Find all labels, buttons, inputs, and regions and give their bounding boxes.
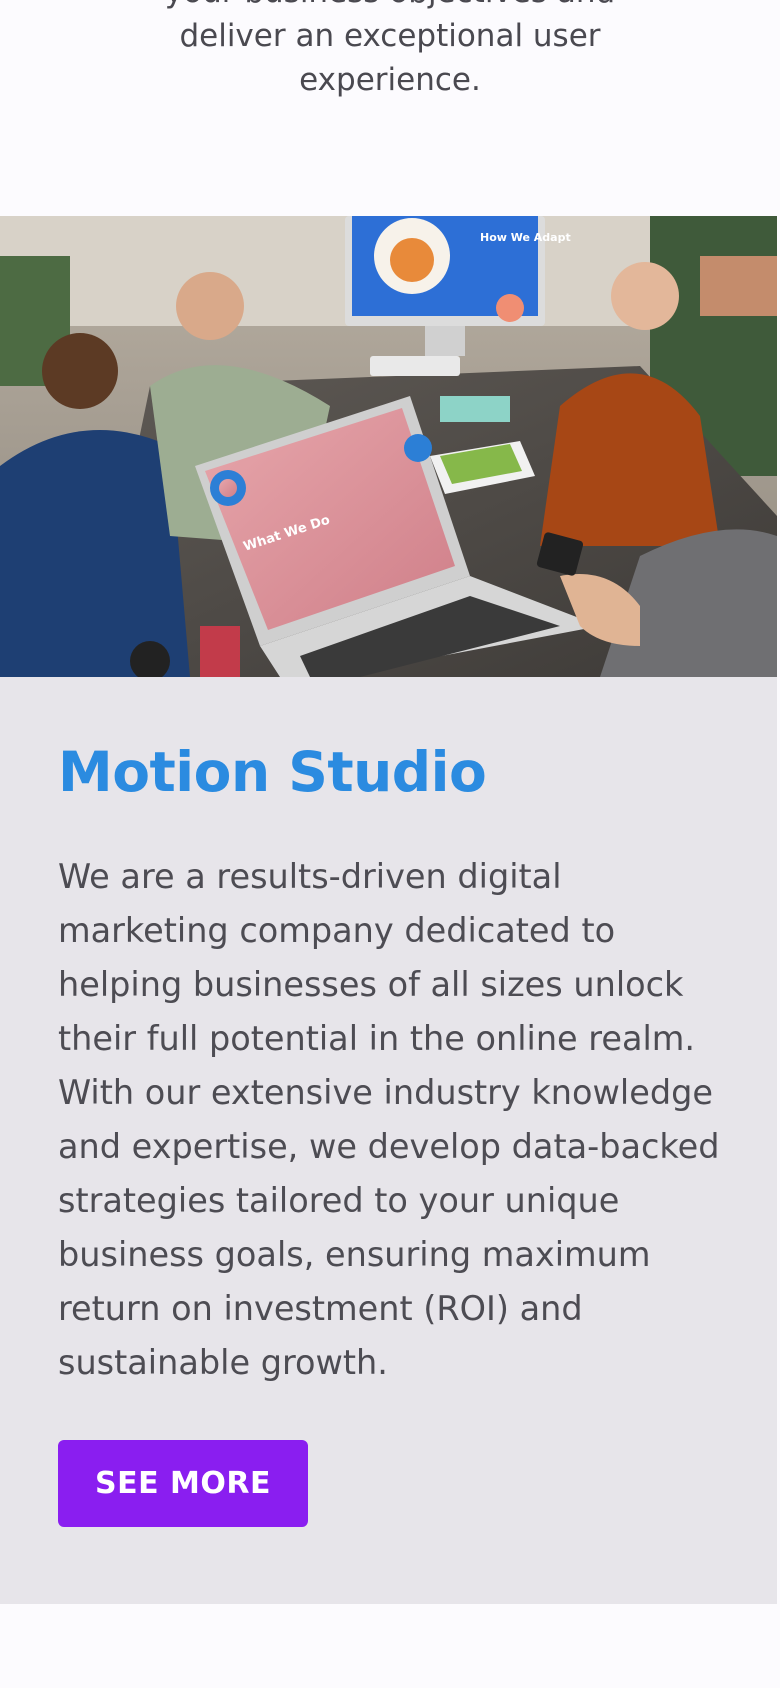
monitor-text: How We Adapt bbox=[480, 231, 571, 244]
hero-image: How We Adapt What We Do bbox=[0, 216, 777, 677]
intro-section: your business objectives and deliver an … bbox=[0, 0, 780, 216]
see-more-button[interactable]: SEE MORE bbox=[58, 1440, 308, 1527]
page-footer-strip bbox=[0, 1604, 780, 1688]
card-title: Motion Studio bbox=[58, 740, 487, 804]
intro-text: your business objectives and deliver an … bbox=[165, 0, 615, 98]
card-description: We are a results-driven digital marketin… bbox=[58, 857, 720, 1382]
team-meeting-photo: How We Adapt What We Do bbox=[0, 216, 777, 677]
